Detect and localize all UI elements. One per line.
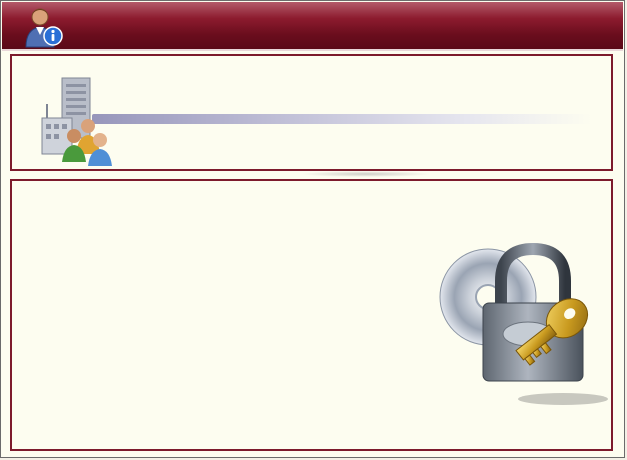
- lock-key-disc-icon: [439, 242, 608, 405]
- company-people-icon: [41, 77, 112, 166]
- title-bar: [2, 2, 623, 51]
- info-panel: [10, 54, 613, 171]
- panel-divider: [301, 171, 431, 177]
- user-info-icon: [25, 8, 63, 48]
- banner-stripe: [92, 114, 592, 124]
- app-window: [0, 0, 625, 458]
